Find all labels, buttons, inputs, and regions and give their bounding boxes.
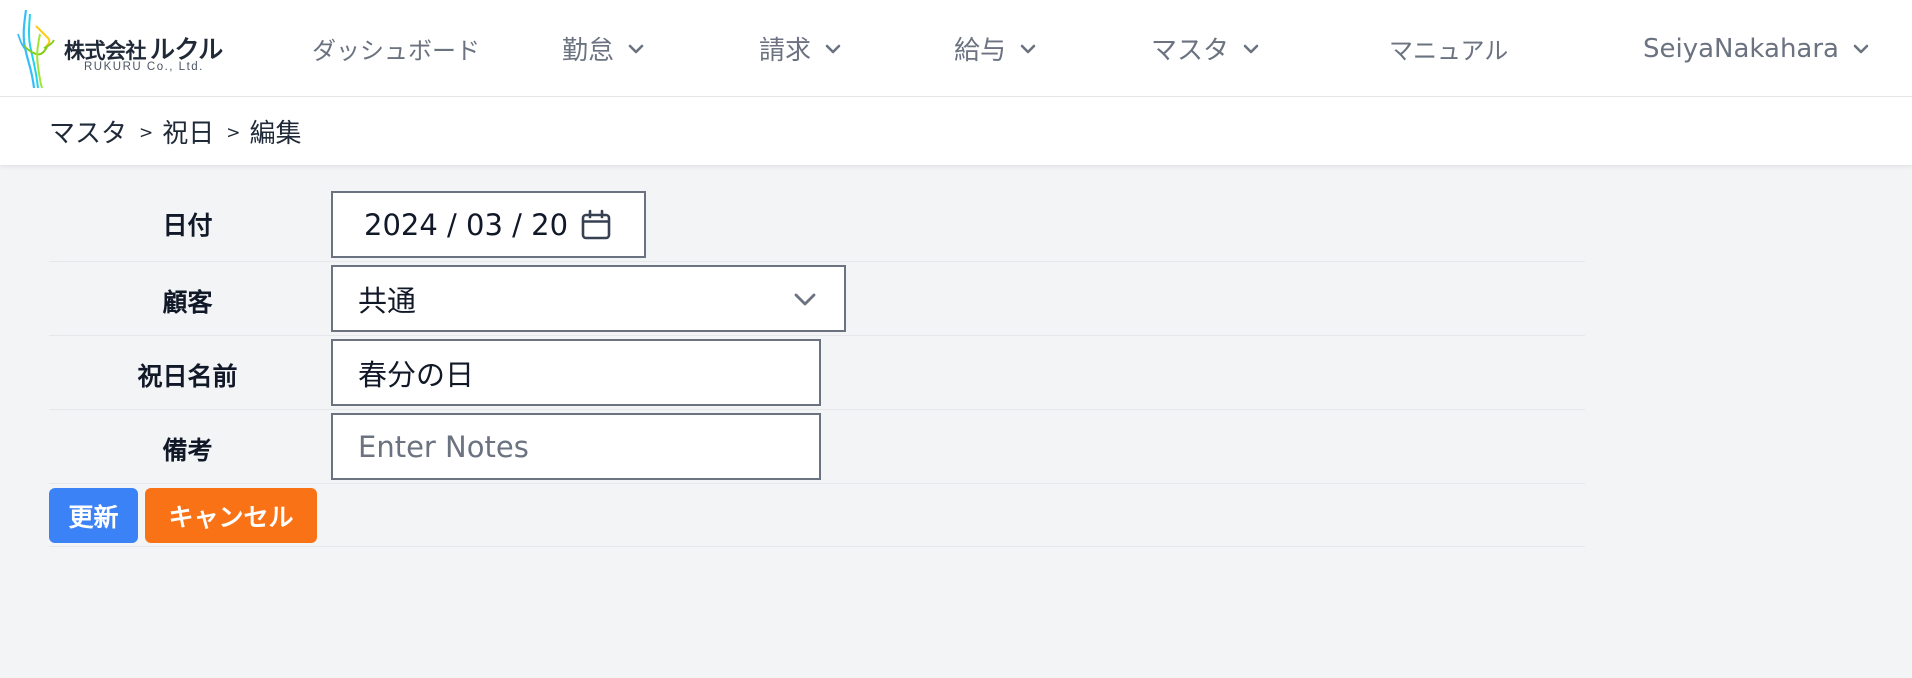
form-row-holiday-name: 祝日名前 春分の日 bbox=[49, 336, 1585, 410]
user-menu[interactable]: SeiyaNakahara bbox=[1643, 0, 1869, 97]
form-row-notes: 備考 Enter Notes bbox=[49, 410, 1585, 484]
notes-label: 備考 bbox=[162, 436, 213, 465]
date-input[interactable]: 2024 / 03 / 20 bbox=[331, 191, 646, 258]
chevron-down-icon bbox=[825, 44, 841, 53]
chevron-down-icon bbox=[1243, 44, 1259, 53]
nav-manual[interactable]: マニュアル bbox=[1389, 0, 1508, 97]
nav-billing-menu[interactable]: 請求 bbox=[759, 0, 841, 97]
holiday-name-value: 春分の日 bbox=[358, 357, 475, 392]
breadcrumb-item-edit: 編集 bbox=[249, 118, 302, 149]
breadcrumb-separator: > bbox=[139, 123, 154, 143]
user-name: SeiyaNakahara bbox=[1643, 33, 1839, 64]
holiday-name-input[interactable]: 春分の日 bbox=[331, 339, 821, 406]
nav-master-label: マスタ bbox=[1151, 36, 1230, 66]
breadcrumb-item-master[interactable]: マスタ bbox=[49, 113, 127, 150]
nav-dashboard-label: ダッシュボード bbox=[312, 37, 480, 65]
hands-logo-icon bbox=[17, 9, 55, 89]
update-button[interactable]: 更新 bbox=[49, 488, 138, 543]
nav-payroll-menu[interactable]: 給与 bbox=[954, 0, 1036, 97]
chevron-down-icon bbox=[794, 293, 816, 306]
nav-manual-label: マニュアル bbox=[1389, 37, 1509, 65]
company-name-prefix: 株式会社 bbox=[64, 39, 147, 63]
nav-billing-label: 請求 bbox=[759, 36, 812, 66]
calendar-icon[interactable] bbox=[580, 209, 612, 241]
form-row-date: 日付 2024 / 03 / 20 bbox=[49, 165, 1585, 262]
chevron-down-icon bbox=[628, 44, 644, 53]
company-name-english: RUKURU Co., Ltd. bbox=[84, 61, 204, 73]
notes-placeholder: Enter Notes bbox=[358, 429, 529, 464]
customer-select[interactable]: 共通 bbox=[331, 265, 846, 332]
notes-input[interactable]: Enter Notes bbox=[331, 413, 821, 480]
holiday-name-label: 祝日名前 bbox=[137, 362, 238, 391]
nav-payroll-label: 給与 bbox=[954, 36, 1007, 66]
nav-dashboard[interactable]: ダッシュボード bbox=[312, 0, 480, 97]
form-row-customer: 顧客 共通 bbox=[49, 262, 1585, 336]
breadcrumb: マスタ > 祝日 > 編集 bbox=[0, 97, 1912, 165]
cancel-button[interactable]: キャンセル bbox=[145, 488, 317, 543]
date-label: 日付 bbox=[162, 211, 213, 240]
customer-value: 共通 bbox=[358, 283, 417, 318]
nav-attendance-label: 勤怠 bbox=[562, 36, 615, 66]
chevron-down-icon bbox=[1853, 44, 1869, 53]
chevron-down-icon bbox=[1020, 44, 1036, 53]
top-navigation: 株式会社 ルクル RUKURU Co., Ltd. ダッシュボード 勤怠 請求 給… bbox=[0, 0, 1912, 97]
nav-attendance-menu[interactable]: 勤怠 bbox=[562, 0, 644, 97]
breadcrumb-separator: > bbox=[226, 123, 241, 143]
breadcrumb-item-holiday[interactable]: 祝日 bbox=[162, 113, 214, 150]
nav-master-menu[interactable]: マスタ bbox=[1151, 0, 1259, 97]
customer-label: 顧客 bbox=[162, 288, 213, 317]
company-logo[interactable]: 株式会社 ルクル RUKURU Co., Ltd. bbox=[16, 4, 231, 90]
date-value: 2024 / 03 / 20 bbox=[364, 207, 569, 242]
company-name-main: ルクル bbox=[150, 35, 223, 64]
